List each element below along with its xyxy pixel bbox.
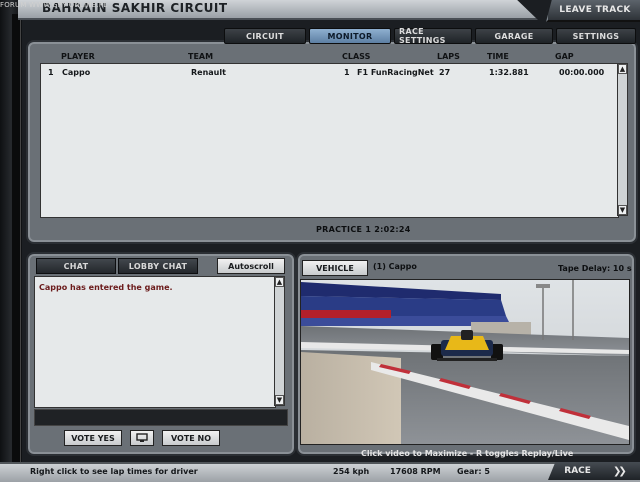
cell-class: F1 FunRacingNet — [357, 68, 434, 77]
tab-circuit[interactable]: CIRCUIT — [224, 28, 306, 44]
leave-track-button[interactable]: LEAVE TRACK — [546, 0, 640, 22]
video-hint: Click video to Maximize - R toggles Repl… — [361, 449, 574, 458]
double-chevron-right-icon: ❯❯ — [612, 465, 627, 477]
tab-monitor[interactable]: MONITOR — [309, 28, 391, 44]
chat-log: Cappo has entered the game. — [34, 276, 276, 408]
watermark: FORUM WWW.GRY-ONLINE.PL — [0, 1, 108, 9]
left-rail-inner — [12, 14, 21, 464]
col-time[interactable]: TIME — [487, 52, 509, 61]
table-row[interactable]: 1 Cappo Renault 1 F1 FunRacingNet 27 1:3… — [41, 68, 618, 80]
monitor-icon[interactable] — [130, 430, 154, 446]
gear-readout: Gear: 5 — [457, 467, 490, 476]
chat-input[interactable] — [34, 409, 288, 426]
race-video[interactable] — [300, 279, 630, 445]
table-header: PLAYER TEAM CLASS LAPS TIME GAP — [40, 52, 630, 63]
col-player[interactable]: PLAYER — [61, 52, 95, 61]
vote-yes-button[interactable]: VOTE YES — [64, 430, 122, 446]
cell-gap: 00:00.000 — [559, 68, 605, 77]
col-gap[interactable]: GAP — [555, 52, 574, 61]
scroll-up-icon[interactable]: ▲ — [618, 64, 627, 74]
chat-message: Cappo has entered the game. — [39, 283, 173, 292]
autoscroll-toggle[interactable]: Autoscroll — [217, 258, 285, 274]
chat-tab[interactable]: CHAT — [36, 258, 116, 274]
col-laps[interactable]: LAPS — [437, 52, 460, 61]
tab-bar: CIRCUIT MONITOR RACE SETTINGS GARAGE SET… — [224, 27, 636, 45]
lobby-chat-tab[interactable]: LOBBY CHAT — [118, 258, 198, 274]
status-bar: Right click to see lap times for driver … — [0, 462, 640, 482]
chat-scrollbar[interactable]: ▲ ▼ — [274, 276, 285, 406]
race-button[interactable]: RACE ❯❯ — [548, 462, 640, 480]
cell-player: Cappo — [62, 68, 91, 77]
cell-time: 1:32.881 — [489, 68, 529, 77]
tab-race-settings[interactable]: RACE SETTINGS — [394, 27, 472, 45]
status-hint: Right click to see lap times for driver — [30, 467, 198, 476]
scroll-down-icon[interactable]: ▼ — [618, 205, 627, 215]
vehicle-driver-label: (1) Cappo — [373, 262, 417, 271]
chat-scroll-down-icon[interactable]: ▼ — [275, 395, 284, 405]
table-scrollbar[interactable]: ▲ ▼ — [617, 63, 628, 216]
col-team[interactable]: TEAM — [188, 52, 213, 61]
chat-scroll-up-icon[interactable]: ▲ — [275, 277, 284, 287]
session-info: PRACTICE 1 2:02:24 — [316, 225, 411, 234]
standings-table: 1 Cappo Renault 1 F1 FunRacingNet 27 1:3… — [40, 63, 619, 218]
tab-settings[interactable]: SETTINGS — [556, 28, 636, 44]
cell-position: 1 — [48, 68, 54, 77]
vote-no-button[interactable]: VOTE NO — [162, 430, 220, 446]
cell-class-number: 1 — [344, 68, 350, 77]
tab-garage[interactable]: GARAGE — [475, 28, 553, 44]
rpm-readout: 17608 RPM — [390, 467, 441, 476]
cell-laps: 27 — [439, 68, 451, 77]
tape-delay: Tape Delay: 10 s — [558, 264, 632, 273]
race-label: RACE — [564, 466, 591, 476]
cell-team: Renault — [191, 68, 226, 77]
col-class[interactable]: CLASS — [342, 52, 370, 61]
vehicle-button[interactable]: VEHICLE — [302, 260, 368, 276]
speed-readout: 254 kph — [333, 467, 370, 476]
